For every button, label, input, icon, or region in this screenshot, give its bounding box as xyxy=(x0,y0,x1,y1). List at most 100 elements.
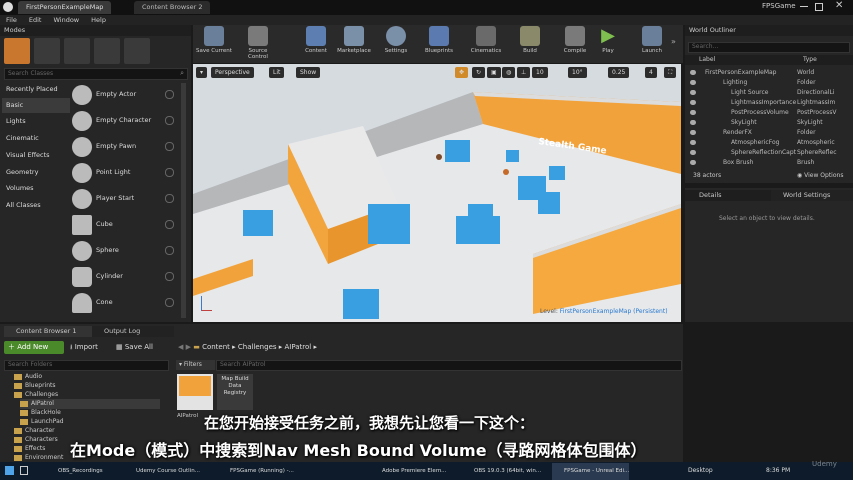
grid-snap-button[interactable]: 10 xyxy=(532,67,548,78)
col-type[interactable]: Type xyxy=(803,56,817,63)
outliner-row[interactable]: Box Brush Brush xyxy=(687,158,847,168)
lit-button[interactable]: Lit xyxy=(269,67,285,78)
place-item[interactable]: Empty Pawn xyxy=(70,135,180,159)
place-item[interactable]: Sphere xyxy=(70,239,180,263)
help-icon[interactable] xyxy=(165,298,174,307)
taskbar-item[interactable]: FPSGame (Running) -... xyxy=(218,463,294,480)
place-item[interactable]: Point Light xyxy=(70,161,180,185)
outliner-row[interactable]: SphereReflectionCapt SphereReflec xyxy=(687,148,847,158)
breadcrumb-content[interactable]: Content xyxy=(202,343,230,351)
add-new-button[interactable]: ＋ Add New xyxy=(4,341,64,354)
outliner-row[interactable]: FirstPersonExampleMap World xyxy=(687,68,847,78)
help-icon[interactable] xyxy=(165,220,174,229)
category-cinematic[interactable]: Cinematic xyxy=(2,131,70,146)
breadcrumb-challenges[interactable]: Challenges xyxy=(238,343,277,351)
rotation-snap-button[interactable]: 10° xyxy=(568,67,587,78)
start-icon[interactable] xyxy=(5,466,14,475)
tab-level[interactable]: FirstPersonExampleMap xyxy=(18,1,112,14)
world-space-icon[interactable]: ◍ xyxy=(502,67,516,78)
help-icon[interactable] xyxy=(165,272,174,281)
marketplace-button[interactable]: Marketplace xyxy=(335,21,373,69)
help-icon[interactable] xyxy=(165,246,174,255)
search-folders-input[interactable]: Search Folders xyxy=(4,360,169,371)
content-button[interactable]: Content xyxy=(297,21,335,69)
category-basic[interactable]: Basic xyxy=(2,98,70,113)
help-icon[interactable] xyxy=(165,168,174,177)
visibility-icon[interactable] xyxy=(690,90,696,95)
category-recently-placed[interactable]: Recently Placed xyxy=(2,82,70,97)
save-all-button[interactable]: ▦ Save All xyxy=(116,341,153,354)
help-icon[interactable] xyxy=(165,116,174,125)
show-button[interactable]: Show xyxy=(296,67,321,78)
scale-tool-icon[interactable]: ▣ xyxy=(487,67,501,78)
search-classes-input[interactable]: Search Classes ⌕ xyxy=(4,68,188,80)
outliner-row[interactable]: AtmosphericFog Atmospheric xyxy=(687,138,847,148)
outliner-row[interactable]: Light Source DirectionalLi xyxy=(687,88,847,98)
visibility-icon[interactable] xyxy=(690,100,696,105)
category-lights[interactable]: Lights xyxy=(2,114,70,129)
landscape-mode-icon[interactable] xyxy=(64,38,90,64)
taskbar-item[interactable]: OBS 19.0.3 (64bit, win... xyxy=(462,463,541,480)
rotate-tool-icon[interactable]: ↻ xyxy=(472,67,486,78)
view-options-button[interactable]: ◉ View Options xyxy=(797,172,843,179)
breadcrumb-aipatrol[interactable]: AIPatrol xyxy=(285,343,312,351)
viewport-menu-button[interactable]: ▾ xyxy=(196,67,208,78)
filters-button[interactable]: ▾ Filters xyxy=(176,360,215,370)
save-current-button[interactable]: Save Current xyxy=(195,21,233,69)
minimize-icon[interactable] xyxy=(800,6,808,7)
col-label[interactable]: Label xyxy=(699,56,715,63)
category-all-classes[interactable]: All Classes xyxy=(2,198,70,213)
menu-window[interactable]: Window xyxy=(47,15,85,25)
visibility-icon[interactable] xyxy=(690,80,696,85)
visibility-icon[interactable] xyxy=(690,70,696,75)
paint-mode-icon[interactable] xyxy=(34,38,60,64)
help-icon[interactable] xyxy=(165,142,174,151)
outliner-search-input[interactable]: Search... xyxy=(688,42,850,53)
category-geometry[interactable]: Geometry xyxy=(2,165,70,180)
tab-details[interactable]: Details xyxy=(685,190,779,201)
help-icon[interactable] xyxy=(165,194,174,203)
place-item[interactable]: Cube xyxy=(70,213,180,237)
visibility-icon[interactable] xyxy=(690,110,696,115)
taskbar-app-icon[interactable] xyxy=(20,466,28,475)
visibility-icon[interactable] xyxy=(690,140,696,145)
tab-content-browser-1[interactable]: Content Browser 1 xyxy=(4,326,102,337)
asset-tile[interactable] xyxy=(177,374,213,410)
tab-world-settings[interactable]: World Settings xyxy=(771,190,853,201)
visibility-icon[interactable] xyxy=(690,130,696,135)
place-item[interactable]: Cylinder xyxy=(70,265,180,289)
taskbar-item[interactable]: Adobe Premiere Elem... xyxy=(370,463,446,480)
desktop-button[interactable]: Desktop xyxy=(688,467,713,474)
place-item[interactable]: Player Start xyxy=(70,187,180,211)
close-icon[interactable]: ✕ xyxy=(835,0,843,11)
camera-speed-button[interactable]: 4 xyxy=(645,67,657,78)
outliner-row[interactable]: RenderFX Folder xyxy=(687,128,847,138)
source-control-button[interactable]: Source Control xyxy=(239,21,277,69)
perspective-button[interactable]: Perspective xyxy=(211,67,254,78)
maximize-viewport-icon[interactable]: ⛶ xyxy=(664,67,677,78)
modes-scrollbar[interactable] xyxy=(181,83,186,318)
foliage-mode-icon[interactable] xyxy=(94,38,120,64)
place-mode-icon[interactable] xyxy=(4,38,30,64)
search-assets-input[interactable]: Search AIPatrol xyxy=(216,360,682,371)
scale-snap-button[interactable]: 0.25 xyxy=(608,67,630,78)
settings-button[interactable]: Settings xyxy=(377,21,415,69)
visibility-icon[interactable] xyxy=(690,120,696,125)
tab-content-browser-2[interactable]: Content Browser 2 xyxy=(134,1,211,14)
outliner-row[interactable]: PostProcessVolume PostProcessV xyxy=(687,108,847,118)
import-button[interactable]: ⭳ Import xyxy=(70,341,98,354)
asset-tile[interactable]: Map Build Data Registry xyxy=(217,374,253,410)
geometry-mode-icon[interactable] xyxy=(124,38,150,64)
menu-help[interactable]: Help xyxy=(85,15,112,25)
play-button[interactable]: ▶ Play xyxy=(589,21,627,69)
place-item[interactable]: Cone xyxy=(70,291,180,315)
back-icon[interactable]: ◀ ▶ xyxy=(178,343,193,351)
surface-snap-icon[interactable]: ⊥ xyxy=(517,67,531,78)
place-item[interactable]: Empty Character xyxy=(70,109,180,133)
place-item[interactable]: Empty Actor xyxy=(70,83,180,107)
taskbar-item[interactable]: FPSGame - Unreal Edi... xyxy=(552,463,630,480)
category-visual-effects[interactable]: Visual Effects xyxy=(2,148,70,163)
launch-button[interactable]: Launch xyxy=(633,21,671,69)
visibility-icon[interactable] xyxy=(690,150,696,155)
menu-file[interactable]: File xyxy=(0,15,23,25)
